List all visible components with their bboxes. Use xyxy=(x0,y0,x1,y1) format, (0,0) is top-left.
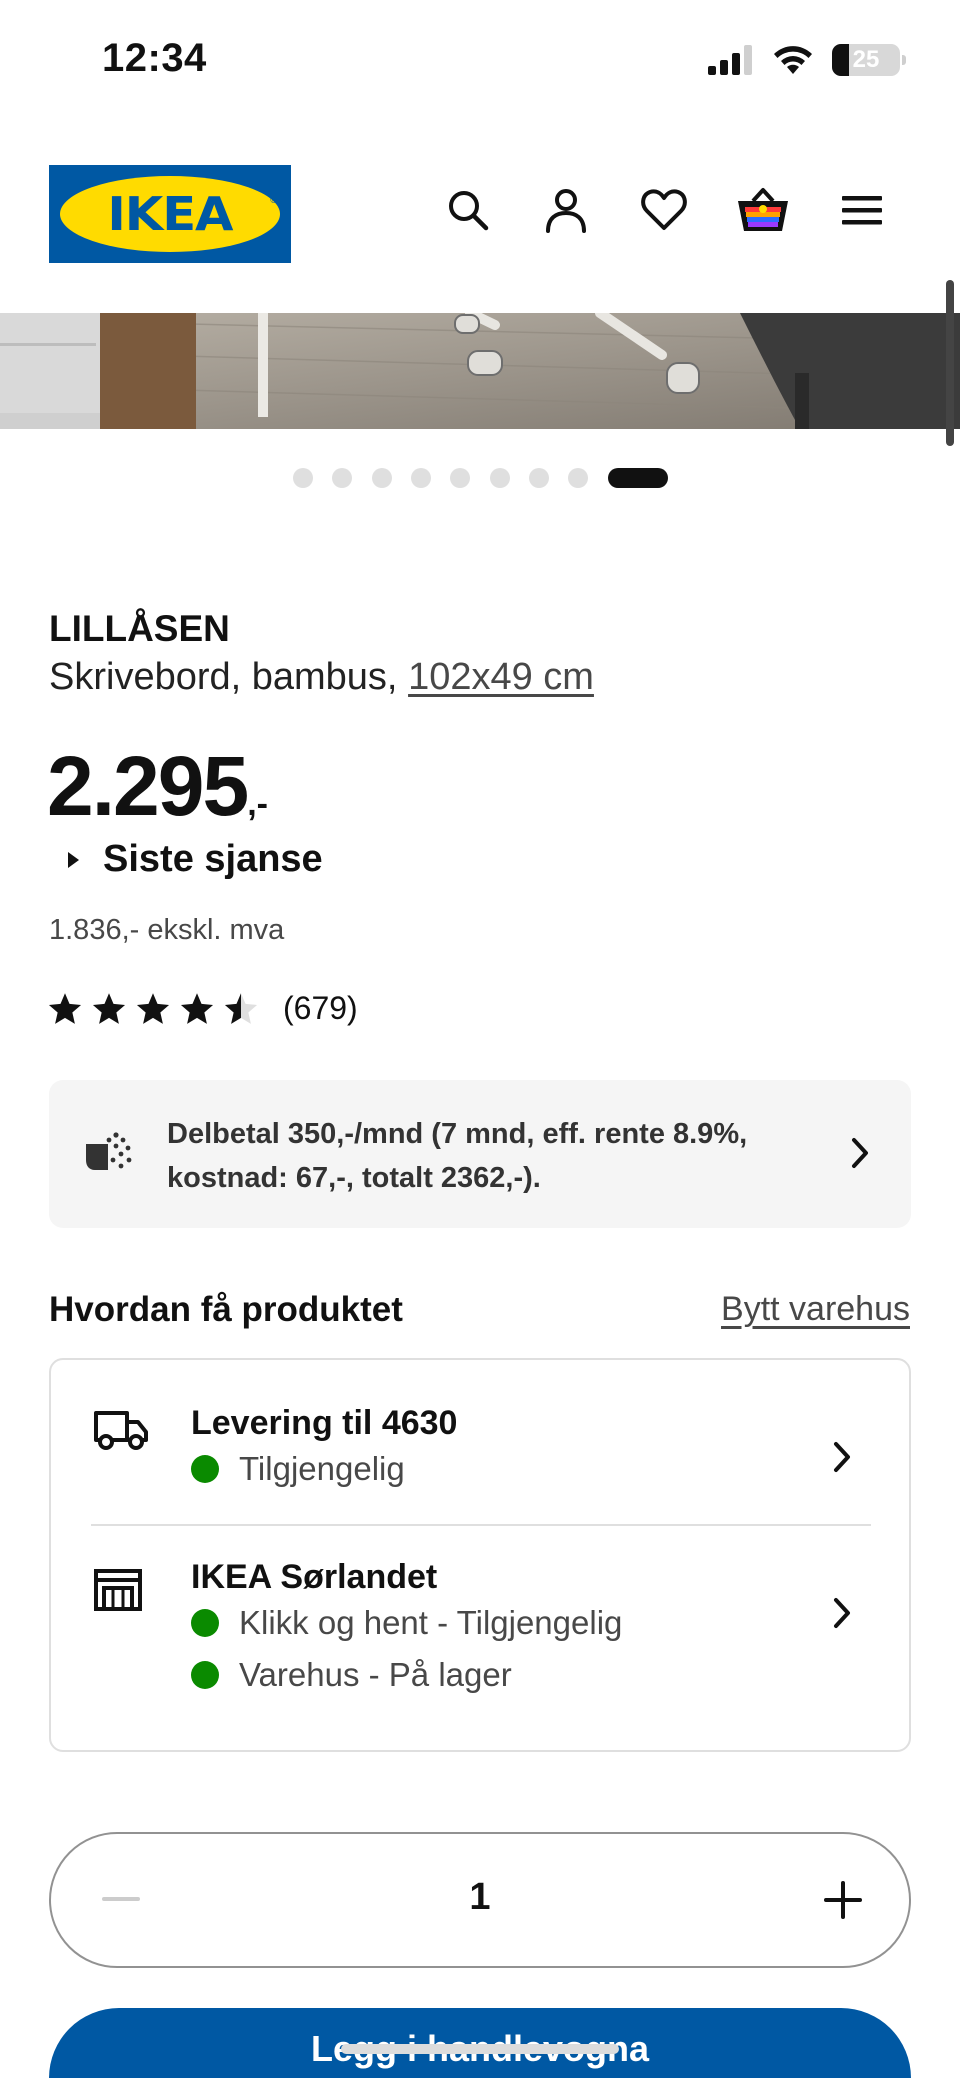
store-title: IKEA Sørlandet xyxy=(191,1558,438,1596)
half-star-icon xyxy=(224,992,258,1024)
battery-icon: 25 xyxy=(832,44,906,76)
rating-count: (679) xyxy=(283,990,358,1026)
star-icon xyxy=(180,992,214,1024)
status-bar: 12:34 25 xyxy=(0,0,960,130)
logo-text: IKEA xyxy=(107,187,233,241)
carousel-dots xyxy=(0,466,960,488)
search-icon[interactable] xyxy=(440,182,496,238)
delivery-status-text: Tilgjengelig xyxy=(239,1450,405,1487)
carousel-dot-active[interactable] xyxy=(608,468,668,488)
wifi-icon xyxy=(774,46,812,74)
delivery-title: Levering til 4630 xyxy=(191,1404,458,1442)
heart-icon[interactable] xyxy=(636,182,692,238)
store-icon xyxy=(94,1569,142,1611)
in-store-text: Varehus - På lager xyxy=(239,1656,512,1693)
product-size-link[interactable]: 102x49 cm xyxy=(408,656,594,698)
last-chance-label: Siste sjanse xyxy=(103,838,323,880)
chevron-right-icon xyxy=(834,1598,850,1628)
carousel-dot[interactable] xyxy=(332,468,352,488)
scrollbar[interactable] xyxy=(946,280,954,446)
carousel-dot[interactable] xyxy=(529,468,549,488)
basket-icon[interactable] xyxy=(735,182,791,238)
last-chance-toggle[interactable]: Siste sjanse xyxy=(68,838,323,881)
availability-box: Levering til 4630 Tilgjengelig IKEA Sørl… xyxy=(49,1358,911,1752)
carousel-dot[interactable] xyxy=(293,468,313,488)
increase-quantity-button[interactable] xyxy=(823,1880,863,1920)
product-photo xyxy=(0,313,960,429)
product-description: Skrivebord, bambus, 102x49 cm xyxy=(49,656,594,699)
change-store-link[interactable]: Bytt varehus xyxy=(721,1290,910,1329)
star-icon xyxy=(92,992,126,1024)
carousel-dot[interactable] xyxy=(568,468,588,488)
star-icon xyxy=(48,992,82,1024)
status-dot xyxy=(191,1455,219,1483)
status-dot xyxy=(191,1661,219,1689)
rating[interactable]: (679) xyxy=(47,990,358,1027)
battery-level: 25 xyxy=(852,46,880,73)
caret-right-icon xyxy=(68,851,79,868)
store-option[interactable]: IKEA Sørlandet Klikk og hent - Tilgjenge… xyxy=(51,1526,909,1752)
add-to-cart-button[interactable]: Legg i handlevogna xyxy=(49,2008,911,2078)
price-amount: 2.295 xyxy=(47,739,249,833)
chevron-right-icon xyxy=(834,1442,850,1472)
carousel-dot[interactable] xyxy=(411,468,431,488)
status-time: 12:34 xyxy=(102,36,207,80)
price-ex-vat: 1.836,- ekskl. mva xyxy=(49,914,285,946)
chevron-right-icon xyxy=(852,1138,868,1168)
ikea-logo[interactable]: IKEA ® xyxy=(49,165,291,263)
availability-title: Hvordan få produktet xyxy=(49,1290,403,1329)
status-dot xyxy=(191,1609,219,1637)
star-icon xyxy=(136,992,170,1024)
click-collect-status: Klikk og hent - Tilgjengelig xyxy=(191,1604,622,1642)
site-header: IKEA ® xyxy=(0,160,960,270)
carousel-dot[interactable] xyxy=(372,468,392,488)
plus-icon xyxy=(824,1881,862,1919)
in-store-status: Varehus - På lager xyxy=(191,1656,512,1694)
quantity-stepper: 1 xyxy=(49,1832,911,1968)
delivery-option[interactable]: Levering til 4630 Tilgjengelig xyxy=(51,1360,909,1524)
quantity-value[interactable]: 1 xyxy=(51,1876,909,1919)
user-icon[interactable] xyxy=(538,182,594,238)
signal-icon xyxy=(708,45,752,75)
home-indicator[interactable] xyxy=(341,2044,619,2054)
carousel-dot[interactable] xyxy=(450,468,470,488)
truck-icon xyxy=(94,1411,148,1450)
installment-text: Delbetal 350,-/mnd (7 mnd, eff. rente 8.… xyxy=(167,1118,748,1194)
delivery-status: Tilgjengelig xyxy=(191,1450,405,1488)
installment-offer[interactable]: Delbetal 350,-/mnd (7 mnd, eff. rente 8.… xyxy=(49,1080,911,1228)
product-type: Skrivebord, bambus, xyxy=(49,656,398,698)
click-collect-text: Klikk og hent - Tilgjengelig xyxy=(239,1604,623,1641)
logo-oval: IKEA xyxy=(60,176,280,252)
carousel-dot[interactable] xyxy=(490,468,510,488)
coins-icon xyxy=(86,1132,132,1170)
product-name: LILLÅSEN xyxy=(49,608,230,649)
status-icons: 25 xyxy=(708,44,906,76)
product-price: 2.295,- xyxy=(47,738,268,835)
product-image[interactable] xyxy=(0,313,960,429)
menu-icon[interactable] xyxy=(834,182,890,238)
price-suffix: ,- xyxy=(247,785,268,823)
